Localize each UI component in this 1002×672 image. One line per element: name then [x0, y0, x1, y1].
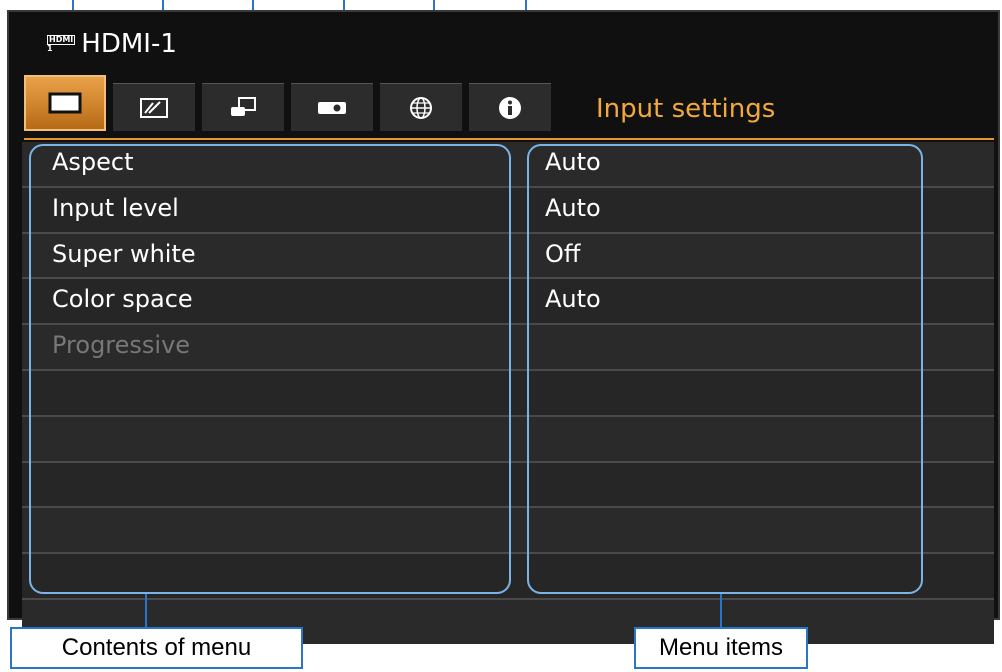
tab-information[interactable] [469, 83, 551, 131]
tab-underline [24, 138, 994, 140]
contents-callout-frame [29, 144, 511, 594]
install-icon [231, 96, 256, 116]
tab-image-adjustment[interactable] [113, 83, 195, 131]
tab-install-settings[interactable] [202, 83, 284, 131]
contents-of-menu-label: Contents of menu [10, 627, 303, 669]
globe-icon [410, 96, 432, 119]
screen-icon [48, 92, 82, 114]
image-adjust-icon [140, 97, 168, 118]
menu-tabs [24, 75, 551, 131]
items-callout-frame [527, 144, 923, 594]
input-source: HDMI 1 HDMI-1 [47, 29, 177, 59]
tab-network-settings[interactable] [380, 83, 462, 131]
pointer-contents [145, 594, 147, 628]
info-icon [499, 96, 521, 119]
menu-items-label: Menu items [634, 627, 808, 669]
tab-title: Input settings [596, 94, 776, 124]
source-label: HDMI-1 [81, 29, 177, 59]
hdmi-icon-number: 1 [47, 44, 53, 53]
hdmi-icon: HDMI 1 [47, 35, 76, 53]
projector-icon [318, 101, 346, 114]
tab-input-settings[interactable] [24, 75, 106, 131]
tab-system-settings[interactable] [291, 83, 373, 131]
pointer-items [720, 594, 722, 628]
